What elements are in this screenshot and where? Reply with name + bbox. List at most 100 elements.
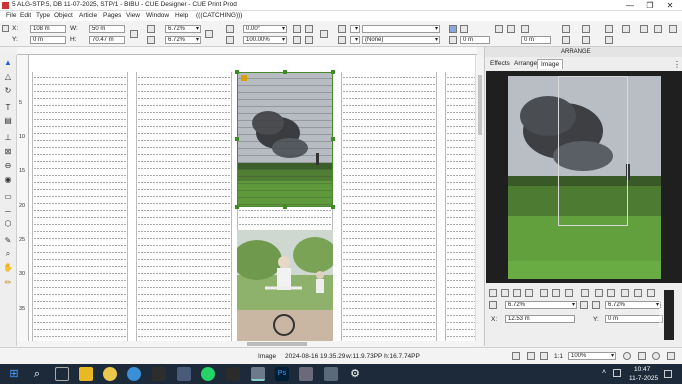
flip-h-icon[interactable]	[293, 36, 301, 44]
rotate-cw-icon[interactable]	[293, 25, 301, 33]
resize-handle[interactable]	[235, 205, 239, 209]
menu-window[interactable]: Window	[146, 12, 169, 19]
fit-content-icon[interactable]	[460, 25, 468, 33]
zoom-out-icon[interactable]	[623, 352, 631, 360]
offset-y-field[interactable]: 0 m	[521, 36, 551, 44]
image-preview[interactable]	[508, 76, 661, 279]
minimize-button[interactable]: —	[620, 0, 640, 11]
ellipse-tool-icon[interactable]: ◉	[3, 175, 13, 185]
stroke-style-dropdown[interactable]	[362, 25, 440, 33]
photoshop-icon[interactable]: Ps	[275, 367, 289, 381]
text-column[interactable]	[32, 72, 128, 346]
cursor-icon[interactable]	[622, 25, 630, 33]
wrap-invert-icon[interactable]	[605, 36, 613, 44]
fill-dropdown[interactable]	[350, 36, 360, 44]
clock-date[interactable]: 11-7-2025	[629, 375, 658, 382]
note-tool-icon[interactable]: ▤	[3, 116, 13, 126]
panel-scale-y-field[interactable]: 6.72%	[605, 301, 661, 309]
file-explorer-icon[interactable]	[79, 367, 93, 381]
fill-frame-icon[interactable]	[501, 289, 509, 297]
polygon-tool-icon[interactable]: ⬡	[3, 219, 13, 229]
maximize-button[interactable]: ❐	[640, 0, 660, 11]
y-field[interactable]: 0 m	[30, 36, 66, 44]
wrap-contour-icon[interactable]	[582, 25, 590, 33]
angle-field[interactable]: 0.00°	[243, 25, 287, 33]
frame-tool-icon[interactable]: ⊠	[3, 147, 13, 157]
app-icon-12[interactable]	[324, 367, 338, 381]
rotate-image-icon[interactable]	[647, 289, 655, 297]
offset-x-field[interactable]: 0 m	[460, 36, 490, 44]
search-icon[interactable]: ⌕	[30, 367, 44, 381]
reference-point-icon[interactable]	[2, 25, 9, 32]
app-icon-6[interactable]	[177, 367, 191, 381]
text-column[interactable]	[341, 72, 437, 346]
resize-handle[interactable]	[235, 137, 239, 141]
browser-icon[interactable]	[127, 367, 141, 381]
align-bottom-icon[interactable]	[565, 289, 573, 297]
panel-more-icon[interactable]: ⋮	[673, 60, 681, 69]
start-icon[interactable]: ⊞	[7, 367, 21, 381]
menu-type[interactable]: Type	[36, 12, 50, 19]
menu-pages[interactable]: Pages	[103, 12, 121, 19]
text-column[interactable]	[136, 72, 232, 346]
app-icon-5[interactable]	[152, 367, 166, 381]
menu-file[interactable]: File	[6, 12, 16, 19]
screenrec-overlay[interactable]: screenrec	[657, 290, 674, 340]
rectangle-tool-icon[interactable]: ▭	[3, 192, 13, 202]
reset-icon[interactable]	[634, 289, 642, 297]
line-tool-icon[interactable]: ⊥	[3, 133, 13, 143]
fit-page-icon[interactable]	[512, 352, 520, 360]
zoom-region-icon[interactable]	[638, 352, 646, 360]
resize-handle[interactable]	[283, 70, 287, 74]
align-image-center-icon[interactable]	[595, 289, 603, 297]
panel-scale-x-field[interactable]: 6.72%	[505, 301, 577, 309]
menu-catching[interactable]: (((CATCHING)))	[196, 12, 242, 19]
task-view-icon[interactable]	[55, 367, 69, 381]
align-top-icon[interactable]	[540, 289, 548, 297]
close-button[interactable]: ✕	[660, 0, 680, 11]
settings-gear-icon[interactable]: ⚙	[348, 367, 362, 381]
rotate-tool-icon[interactable]: ↻	[3, 86, 13, 96]
align-left-icon[interactable]	[495, 25, 503, 33]
zoom-select[interactable]: 100%	[568, 352, 616, 360]
ellipse-frame-tool-icon[interactable]: ⊖	[3, 161, 13, 171]
wrap-next-icon[interactable]	[605, 25, 613, 33]
pencil-tool-icon[interactable]: ✏	[3, 278, 13, 288]
network-icon[interactable]	[613, 369, 621, 377]
resize-handle[interactable]	[331, 137, 335, 141]
fit-icon[interactable]	[489, 289, 497, 297]
flip-v-icon[interactable]	[305, 36, 313, 44]
scroll-thumb[interactable]	[478, 75, 482, 135]
selected-image-frame[interactable]	[237, 72, 333, 207]
link-icon[interactable]	[130, 30, 138, 38]
wrap-jump-icon[interactable]	[582, 36, 590, 44]
menu-help[interactable]: Help	[175, 12, 188, 19]
resize-handle[interactable]	[235, 70, 239, 74]
type-tool-icon[interactable]: T	[3, 103, 13, 113]
constrain-icon[interactable]	[205, 30, 213, 38]
app-icon-11[interactable]	[299, 367, 313, 381]
direct-select-tool-icon[interactable]: △	[3, 72, 13, 82]
tab-arrange[interactable]: Arrange	[511, 59, 540, 69]
align-image-left-icon[interactable]	[581, 289, 589, 297]
menu-view[interactable]: View	[126, 12, 140, 19]
stroke-dropdown[interactable]	[350, 25, 360, 33]
fit-width-icon[interactable]	[527, 352, 535, 360]
tab-image[interactable]: Image	[537, 59, 564, 69]
align-center-icon[interactable]	[507, 25, 515, 33]
grid-fit-icon[interactable]	[621, 289, 629, 297]
eyedropper-tool-icon[interactable]: ✎	[3, 236, 13, 246]
page-canvas[interactable]	[29, 55, 475, 346]
wrap-box-icon[interactable]	[562, 36, 570, 44]
cue-designer-icon[interactable]	[251, 367, 265, 381]
fill-icon[interactable]	[338, 36, 346, 44]
whatsapp-icon[interactable]	[201, 367, 215, 381]
rotate-ccw-icon[interactable]	[305, 25, 313, 33]
resize-handle[interactable]	[331, 70, 335, 74]
resize-handle[interactable]	[331, 205, 335, 209]
menu-object[interactable]: Object	[54, 12, 73, 19]
more-icon[interactable]	[669, 25, 677, 33]
center-icon[interactable]	[513, 289, 521, 297]
scale-x-field[interactable]: 6.72%	[165, 25, 201, 33]
wrap-none-icon[interactable]	[562, 25, 570, 33]
